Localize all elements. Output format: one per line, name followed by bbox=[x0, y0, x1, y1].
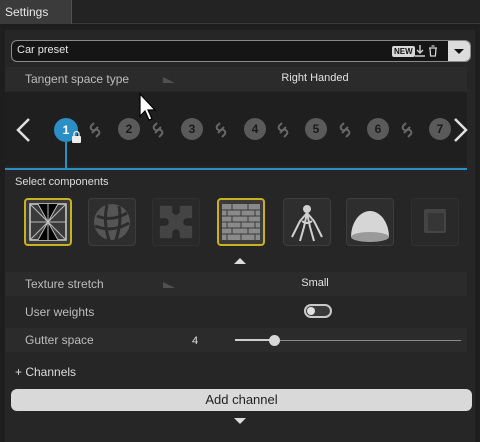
user-weights-row: User weights bbox=[5, 300, 467, 324]
link-icon[interactable] bbox=[277, 122, 287, 132]
tab-settings[interactable]: Settings bbox=[0, 0, 72, 24]
texture-stretch-value[interactable]: Small bbox=[163, 277, 467, 289]
next-arrow-icon[interactable] bbox=[454, 118, 468, 142]
sphere-icon bbox=[94, 204, 130, 241]
mouse-cursor-icon bbox=[139, 92, 157, 121]
step-7-label: 7 bbox=[437, 122, 444, 136]
puzzle-icon bbox=[158, 204, 194, 240]
link-icon[interactable] bbox=[89, 122, 99, 132]
texture-stretch-label: Texture stretch bbox=[25, 277, 104, 291]
step-2-label: 2 bbox=[126, 122, 133, 136]
gutter-slider-thumb[interactable] bbox=[269, 335, 280, 346]
texture-stretch-row: Texture stretch Small bbox=[5, 272, 467, 296]
prev-arrow-icon[interactable] bbox=[16, 118, 30, 142]
component-layer[interactable] bbox=[411, 198, 459, 246]
tangent-space-value[interactable]: Right Handed bbox=[163, 72, 467, 84]
preset-selector[interactable]: Car preset NEW bbox=[11, 40, 471, 62]
tangent-space-row: Tangent space type Right Handed bbox=[5, 67, 467, 91]
link-icon[interactable] bbox=[339, 122, 349, 132]
component-dome[interactable] bbox=[346, 198, 394, 246]
user-weights-toggle[interactable] bbox=[304, 304, 332, 318]
collapse-up-icon[interactable] bbox=[234, 258, 246, 264]
chevron-down-icon bbox=[454, 49, 464, 54]
download-icon[interactable] bbox=[414, 44, 426, 58]
new-badge[interactable]: NEW bbox=[392, 46, 415, 57]
user-weights-label: User weights bbox=[25, 305, 95, 319]
component-brick[interactable] bbox=[217, 198, 265, 246]
step-3-label: 3 bbox=[189, 122, 196, 136]
step-accent-line bbox=[5, 168, 467, 170]
layer-icon bbox=[424, 209, 446, 233]
toggle-knob bbox=[307, 307, 315, 315]
component-sphere[interactable] bbox=[88, 198, 136, 246]
body-icon bbox=[291, 205, 323, 242]
preset-label: Car preset bbox=[17, 44, 69, 56]
step-4-label: 4 bbox=[252, 122, 259, 136]
step-1-label: 1 bbox=[63, 123, 70, 137]
preset-dropdown-button[interactable] bbox=[448, 41, 470, 61]
gutter-space-label: Gutter space bbox=[25, 333, 94, 347]
gutter-slider-fill bbox=[235, 339, 273, 341]
brick-icon bbox=[222, 204, 260, 240]
component-body[interactable] bbox=[283, 198, 331, 246]
dome-icon bbox=[351, 211, 389, 242]
step-5-label: 5 bbox=[313, 122, 320, 136]
tangent-space-label: Tangent space type bbox=[25, 72, 130, 86]
select-components-title: Select components bbox=[15, 176, 109, 188]
mesh-icon bbox=[29, 203, 67, 241]
channels-expander[interactable]: + Channels bbox=[15, 365, 76, 379]
link-icon[interactable] bbox=[152, 122, 162, 132]
step-6-label: 6 bbox=[375, 122, 382, 136]
component-mesh[interactable] bbox=[24, 198, 72, 246]
tab-bar: Settings bbox=[0, 0, 480, 24]
trash-icon[interactable] bbox=[427, 44, 439, 58]
link-icon[interactable] bbox=[215, 122, 225, 132]
component-puzzle[interactable] bbox=[152, 198, 200, 246]
step-navigator: 1 2 3 4 5 6 7 bbox=[16, 118, 468, 170]
expand-down-icon[interactable] bbox=[234, 418, 246, 424]
add-channel-button[interactable]: Add channel bbox=[11, 389, 472, 411]
link-icon[interactable] bbox=[401, 122, 411, 132]
gutter-space-value[interactable]: 4 bbox=[192, 335, 198, 347]
